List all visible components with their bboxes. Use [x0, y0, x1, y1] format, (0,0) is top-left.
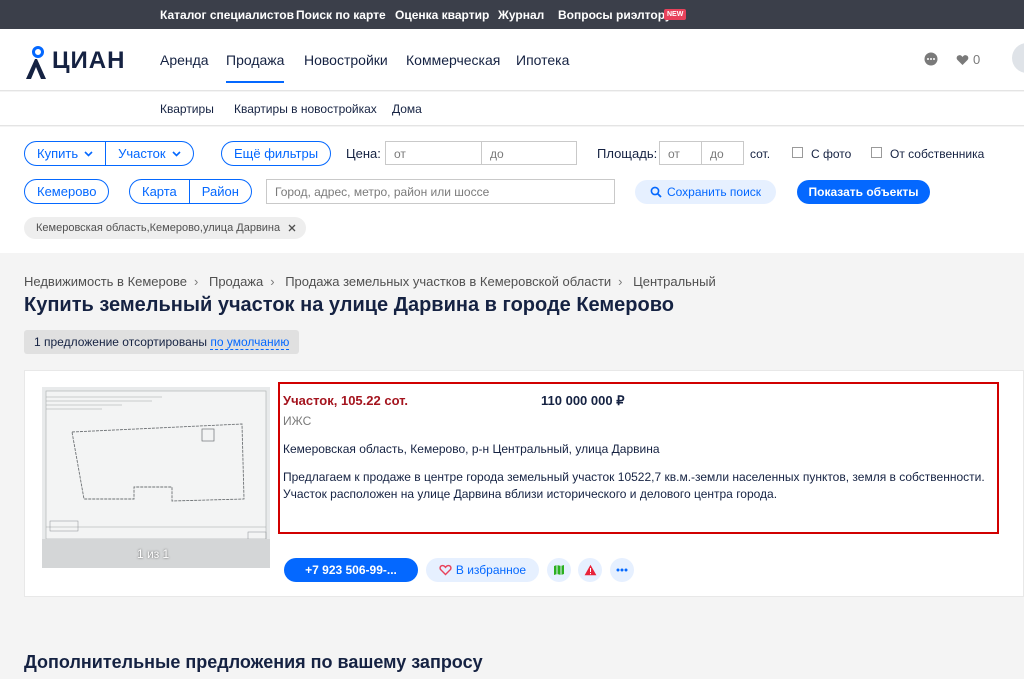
more-dots-icon [616, 568, 628, 572]
avatar[interactable] [1012, 43, 1024, 73]
object-type[interactable]: Участок [106, 146, 193, 161]
district-button[interactable]: Район [190, 184, 251, 199]
chevron-down-icon [172, 150, 181, 157]
logo-pin-icon [26, 46, 46, 79]
nav-rent[interactable]: Аренда [160, 52, 209, 68]
offer-photo[interactable]: 1 из 1 [42, 387, 270, 568]
map-button[interactable]: Карта [130, 184, 189, 199]
heart-icon [439, 564, 452, 576]
favorites-link[interactable]: 0 [956, 52, 980, 67]
map-icon [554, 565, 564, 575]
breadcrumb: Недвижимость в Кемерове › Продажа › Продаж… [24, 274, 716, 289]
city-label: Кемерово [37, 184, 97, 199]
offer-subtitle: ИЖС [283, 414, 312, 428]
warning-icon [584, 564, 596, 576]
breadcrumb-item[interactable]: Продажа земельных участков в Кемеровской… [285, 274, 611, 289]
new-badge: NEW [664, 9, 687, 20]
subnav-houses[interactable]: Дома [392, 102, 422, 116]
price-from-input[interactable]: от [385, 141, 482, 165]
land-plan-image [42, 387, 270, 568]
complain-button[interactable] [578, 558, 602, 582]
price-label: Цена: [346, 146, 381, 161]
more-filters-button[interactable]: Ещё фильтры [221, 141, 332, 166]
offer-title[interactable]: Участок, 105.22 сот. [283, 393, 408, 408]
offer-description: Предлагаем к продаже в центре города зем… [283, 470, 985, 501]
sort-link[interactable]: по умолчанию [210, 335, 290, 350]
breadcrumb-item[interactable]: Продажа [209, 274, 263, 289]
breadcrumb-item[interactable]: Центральный [633, 274, 716, 289]
subnav-flats[interactable]: Квартиры [160, 102, 214, 116]
location-chip-label: Кемеровская область,Кемерово,улица Дарви… [36, 222, 281, 234]
map-button[interactable] [547, 558, 571, 582]
from-owner-label[interactable]: От собственника [890, 147, 984, 161]
photo-counter: 1 из 1 [137, 547, 170, 561]
close-icon[interactable] [288, 224, 296, 232]
with-photo-checkbox[interactable] [792, 147, 803, 158]
more-offers-title: Дополнительные предложения по вашему зап… [24, 652, 483, 672]
topbar-link-map-search[interactable]: Поиск по карте [296, 8, 386, 22]
sort-text: 1 предложение отсортированы [34, 335, 208, 349]
logo[interactable]: ЦИАН [24, 39, 124, 79]
chat-icon[interactable] [924, 52, 938, 69]
location-chip: Кемеровская область,Кемерово,улица Дарви… [24, 217, 307, 239]
favorite-label: В избранное [455, 563, 527, 577]
show-objects-button[interactable]: Показать объекты [797, 180, 930, 204]
top-bar: Каталог специалистов Поиск по карте Оцен… [0, 0, 1024, 29]
main-header: ЦИАН Аренда Продажа Новостройки Коммерче… [0, 29, 1024, 91]
area-label: Площадь: [597, 146, 658, 161]
save-search-label: Сохранить поиск [666, 185, 762, 199]
city-select-button[interactable]: Кемерово [24, 179, 110, 204]
price-to-input[interactable]: до [481, 141, 577, 165]
nav-sale[interactable]: Продажа [226, 52, 285, 83]
deal-type[interactable]: Купить [25, 146, 105, 161]
offer-address[interactable]: Кемеровская область, Кемерово, р-н Центр… [283, 442, 660, 456]
page-title: Купить земельный участок на улице Дарвин… [24, 294, 674, 316]
topbar-link-journal[interactable]: Журнал [498, 8, 544, 22]
nav-commercial[interactable]: Коммерческая [406, 52, 500, 68]
breadcrumb-item[interactable]: Недвижимость в Кемерове [24, 274, 187, 289]
topbar-link-realtor-questions[interactable]: Вопросы риэлтору [558, 8, 672, 22]
deal-type-select[interactable]: Купить Участок [24, 141, 194, 166]
from-owner-checkbox[interactable] [871, 147, 882, 158]
sort-bar: 1 предложение отсортированы по умолчанию [24, 330, 300, 354]
show-phone-button[interactable]: +7 923 506-99-... [284, 558, 418, 582]
with-photo-label[interactable]: С фото [811, 147, 851, 161]
save-search-button[interactable]: Сохранить поиск [635, 180, 776, 204]
sub-nav: Квартиры Квартиры в новостройках Дома [0, 92, 1024, 126]
more-filters-label: Ещё фильтры [234, 146, 319, 161]
topbar-link-specialists[interactable]: Каталог специалистов [160, 8, 294, 22]
heart-icon [956, 54, 969, 65]
bell-search-icon [650, 186, 662, 198]
area-unit: сот. [750, 147, 771, 161]
topbar-link-valuation[interactable]: Оценка квартир [395, 8, 489, 22]
logo-text: ЦИАН [52, 47, 126, 74]
area-from-input[interactable]: от [659, 141, 702, 165]
offer-price: 110 000 000 ₽ [541, 393, 625, 408]
more-actions-button[interactable] [610, 558, 634, 582]
nav-mortgage[interactable]: Ипотека [516, 52, 569, 68]
map-district-group: Карта Район [129, 179, 252, 204]
chevron-down-icon [84, 150, 93, 157]
add-to-favorites-button[interactable]: В избранное [426, 558, 539, 582]
favorites-count: 0 [973, 52, 981, 67]
subnav-new-flats[interactable]: Квартиры в новостройках [234, 102, 377, 116]
nav-new-buildings[interactable]: Новостройки [304, 52, 388, 68]
location-search-input[interactable]: Город, адрес, метро, район или шоссе [266, 179, 615, 204]
area-to-input[interactable]: до [701, 141, 744, 165]
